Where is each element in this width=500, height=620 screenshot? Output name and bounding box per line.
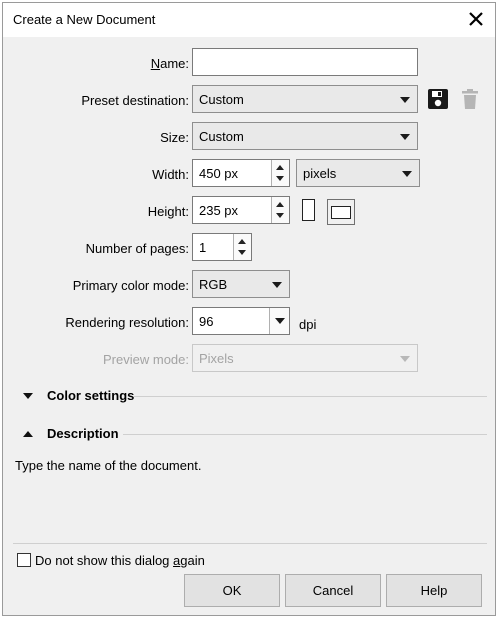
title-bar: Create a New Document [3, 3, 495, 37]
chevron-down-icon [402, 171, 412, 177]
preset-destination-label: Preset destination: [81, 93, 189, 108]
description-toggle[interactable]: Description [23, 426, 119, 441]
chevron-down-icon [400, 356, 410, 362]
color-mode-label: Primary color mode: [72, 278, 189, 293]
expand-icon [23, 392, 33, 399]
size-select[interactable]: Custom [192, 122, 418, 150]
chevron-down-icon[interactable] [238, 250, 246, 255]
pages-spin-buttons[interactable] [233, 234, 251, 260]
close-icon [469, 12, 483, 26]
collapse-icon [23, 430, 33, 437]
preview-mode-value: Pixels [199, 350, 234, 366]
dpi-unit-label: dpi [299, 317, 317, 332]
pages-stepper[interactable]: 1 [192, 233, 252, 261]
description-text: Type the name of the document. [15, 458, 202, 473]
divider [123, 434, 487, 435]
save-preset-icon[interactable] [427, 88, 449, 110]
size-label: Size: [160, 130, 189, 145]
footer-divider [13, 543, 487, 544]
preset-destination-value: Custom [199, 91, 244, 107]
dont-show-label[interactable]: Do not show this dialog again [35, 553, 205, 568]
height-label: Height: [147, 204, 189, 219]
landscape-icon [331, 206, 351, 219]
name-input[interactable] [192, 48, 418, 76]
width-label: Width: [152, 167, 189, 182]
preview-mode-select: Pixels [192, 344, 418, 372]
color-mode-value: RGB [199, 276, 228, 292]
chevron-down-icon [275, 318, 285, 324]
cancel-button[interactable]: Cancel [285, 574, 381, 607]
help-button[interactable]: Help [386, 574, 482, 607]
preview-mode-label: Preview mode: [103, 352, 189, 367]
preset-destination-select[interactable]: Custom [192, 85, 418, 113]
delete-preset-icon[interactable] [459, 88, 481, 110]
resolution-combo[interactable]: 96 [192, 307, 290, 335]
chevron-up-icon[interactable] [276, 202, 284, 207]
height-spin-buttons[interactable] [271, 197, 289, 223]
close-button[interactable] [461, 5, 491, 33]
landscape-button[interactable] [327, 199, 355, 225]
portrait-button[interactable] [298, 198, 320, 224]
ok-button[interactable]: OK [184, 574, 280, 607]
portrait-icon [302, 199, 315, 221]
description-heading: Description [47, 426, 119, 441]
name-label: Name: [150, 56, 189, 71]
chevron-down-icon[interactable] [276, 176, 284, 181]
width-spin-buttons[interactable] [271, 160, 289, 186]
chevron-down-icon [400, 134, 410, 140]
chevron-down-icon [272, 282, 282, 288]
units-select[interactable]: pixels [296, 159, 420, 187]
resolution-dropdown-button[interactable] [269, 308, 289, 334]
height-stepper[interactable]: 235 px [192, 196, 290, 224]
width-stepper[interactable]: 450 px [192, 159, 290, 187]
size-value: Custom [199, 128, 244, 144]
chevron-up-icon[interactable] [276, 165, 284, 170]
chevron-up-icon[interactable] [238, 239, 246, 244]
ok-button-label: OK [222, 583, 242, 598]
color-settings-toggle[interactable]: Color settings [23, 388, 134, 403]
dialog-title: Create a New Document [13, 12, 156, 27]
cancel-button-label: Cancel [312, 583, 354, 598]
resolution-label: Rendering resolution: [65, 315, 189, 330]
height-value: 235 px [199, 203, 239, 218]
dont-show-checkbox[interactable] [17, 553, 31, 567]
pages-label: Number of pages: [85, 241, 189, 256]
units-value: pixels [303, 165, 337, 181]
width-value: 450 px [199, 166, 239, 181]
new-document-dialog: Create a New Document Name: Preset desti… [2, 2, 496, 616]
chevron-down-icon[interactable] [276, 213, 284, 218]
chevron-down-icon [400, 97, 410, 103]
color-settings-heading: Color settings [47, 388, 135, 403]
divider [133, 396, 487, 397]
resolution-value: 96 [199, 313, 214, 329]
pages-value: 1 [199, 240, 207, 255]
help-button-label: Help [420, 583, 448, 598]
color-mode-select[interactable]: RGB [192, 270, 290, 298]
